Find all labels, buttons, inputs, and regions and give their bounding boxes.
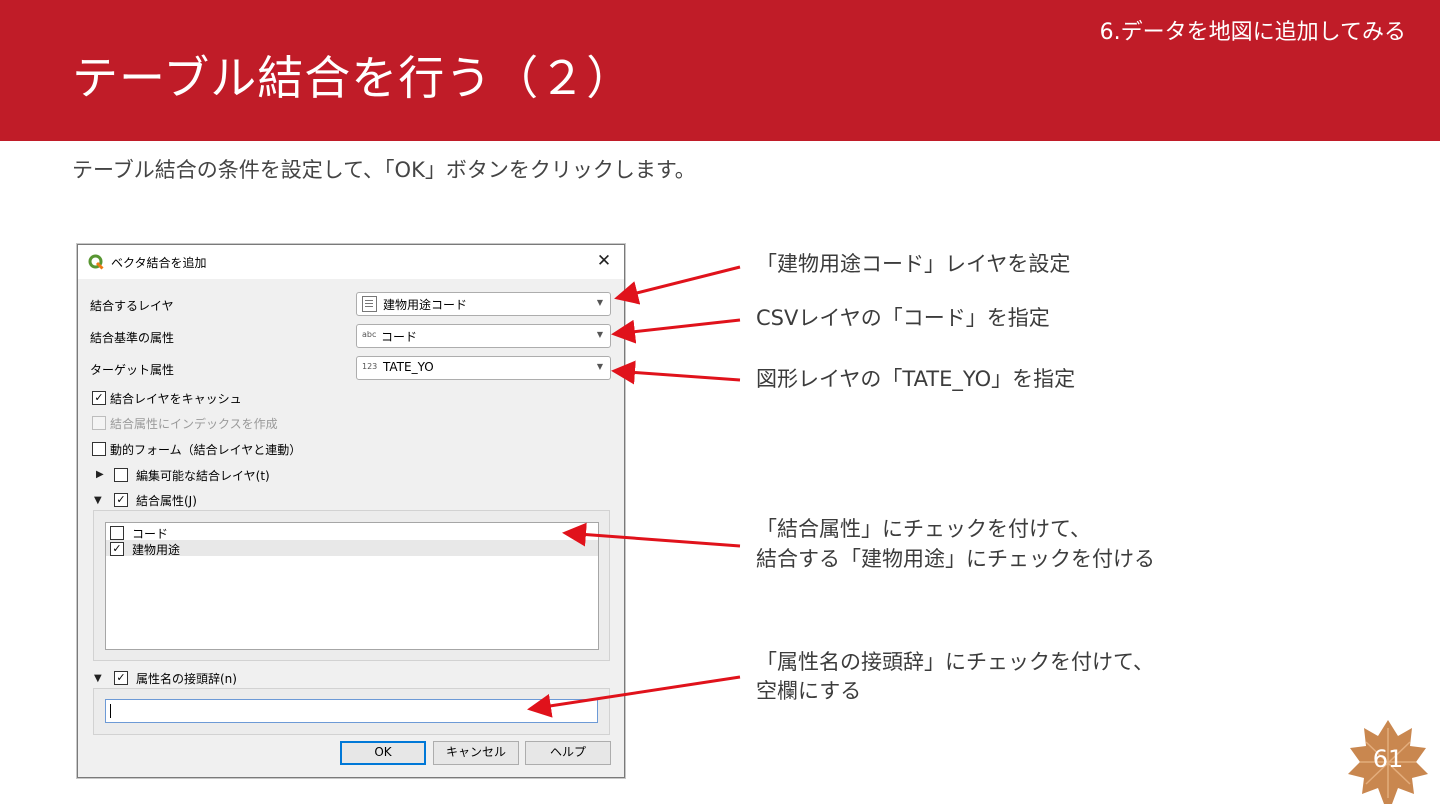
cache-layer-checkbox[interactable]: ✓ [92, 391, 106, 405]
page-number: 61 [1372, 745, 1404, 773]
join-field-value: コード [381, 330, 418, 344]
join-layer-value: 建物用途コード [383, 298, 468, 312]
collapse-arrow-icon[interactable]: ▼ [94, 495, 102, 506]
text-caret [110, 704, 111, 718]
join-layer-combo[interactable]: 建物用途コード ▼ [356, 292, 611, 316]
close-icon: ✕ [596, 251, 612, 271]
slide-title: テーブル結合を行う（２） [72, 51, 634, 105]
ok-button[interactable]: OK [340, 741, 426, 765]
list-item[interactable]: コード [106, 524, 598, 541]
prefix-label: 属性名の接頭辞(n) [136, 672, 237, 686]
field-checkbox[interactable] [110, 526, 124, 540]
dynamic-form-checkbox[interactable] [92, 442, 106, 456]
editable-join-label: 編集可能な結合レイヤ(t) [136, 469, 270, 483]
field-label: 建物用途 [132, 543, 181, 557]
annotation-join-field: CSVレイヤの「コード」を指定 [756, 306, 1050, 330]
annotation-join-layer: 「建物用途コード」レイヤを設定 [756, 252, 1071, 276]
section-label: 6.データを地図に追加してみる [1099, 20, 1406, 45]
join-field-combo[interactable]: abc コード ▼ [356, 324, 611, 348]
create-index-label: 結合属性にインデックスを作成 [110, 417, 278, 431]
target-field-combo[interactable]: 123 TATE_YO ▼ [356, 356, 611, 380]
arrow-target-field [611, 360, 741, 385]
target-field-label: ターゲット属性 [90, 363, 175, 377]
close-button[interactable]: ✕ [592, 250, 616, 272]
arrow-join-layer [614, 265, 741, 305]
table-icon [362, 296, 377, 312]
chevron-down-icon: ▼ [596, 330, 603, 339]
prefix-input[interactable] [105, 699, 598, 723]
collapse-arrow-icon[interactable]: ▼ [94, 673, 102, 684]
cache-layer-label: 結合レイヤをキャッシュ [110, 392, 242, 406]
annotation-joined-fields-2: 結合する「建物用途」にチェックを付ける [756, 547, 1155, 571]
dialog-title: ベクタ結合を追加 [111, 256, 207, 270]
join-layer-label: 結合するレイヤ [90, 299, 174, 313]
header-bar: テーブル結合を行う（２） 6.データを地図に追加してみる [0, 0, 1440, 141]
joined-fields-list[interactable]: コード ✓ 建物用途 [105, 522, 599, 650]
annotation-prefix-1: 「属性名の接頭辞」にチェックを付けて、 [756, 650, 1154, 674]
join-field-label: 結合基準の属性 [90, 331, 175, 345]
expand-arrow-icon[interactable]: ▶ [96, 469, 104, 480]
chevron-down-icon: ▼ [596, 298, 603, 307]
instruction-text: テーブル結合の条件を設定して、「OK」ボタンをクリックします。 [72, 158, 696, 182]
target-field-value: TATE_YO [383, 360, 434, 374]
qgis-logo-icon [88, 254, 104, 270]
number-field-icon: 123 [362, 362, 378, 371]
create-index-checkbox [92, 416, 106, 430]
chevron-down-icon: ▼ [596, 362, 603, 371]
arrow-join-field [611, 318, 741, 344]
help-button[interactable]: ヘルプ [525, 741, 611, 765]
dialog-titlebar: ベクタ結合を追加 ✕ [78, 245, 624, 279]
page-number-badge: 61 [1346, 718, 1430, 806]
list-item[interactable]: ✓ 建物用途 [106, 540, 598, 557]
text-field-icon: abc [362, 330, 377, 339]
annotation-joined-fields-1: 「結合属性」にチェックを付けて、 [756, 517, 1091, 541]
cancel-button[interactable]: キャンセル [433, 741, 519, 765]
field-checkbox[interactable]: ✓ [110, 542, 124, 556]
vector-join-dialog: ベクタ結合を追加 ✕ 結合するレイヤ 建物用途コード ▼ 結合基準の属性 abc… [77, 244, 625, 778]
joined-fields-checkbox[interactable]: ✓ [114, 493, 128, 507]
dynamic-form-label: 動的フォーム（結合レイヤと連動） [110, 443, 302, 457]
prefix-checkbox[interactable]: ✓ [114, 671, 128, 685]
joined-fields-label: 結合属性(J) [136, 494, 197, 508]
editable-join-checkbox[interactable] [114, 468, 128, 482]
annotation-prefix-2: 空欄にする [756, 679, 862, 703]
annotation-target-field: 図形レイヤの「TATE_YO」を指定 [756, 367, 1076, 391]
